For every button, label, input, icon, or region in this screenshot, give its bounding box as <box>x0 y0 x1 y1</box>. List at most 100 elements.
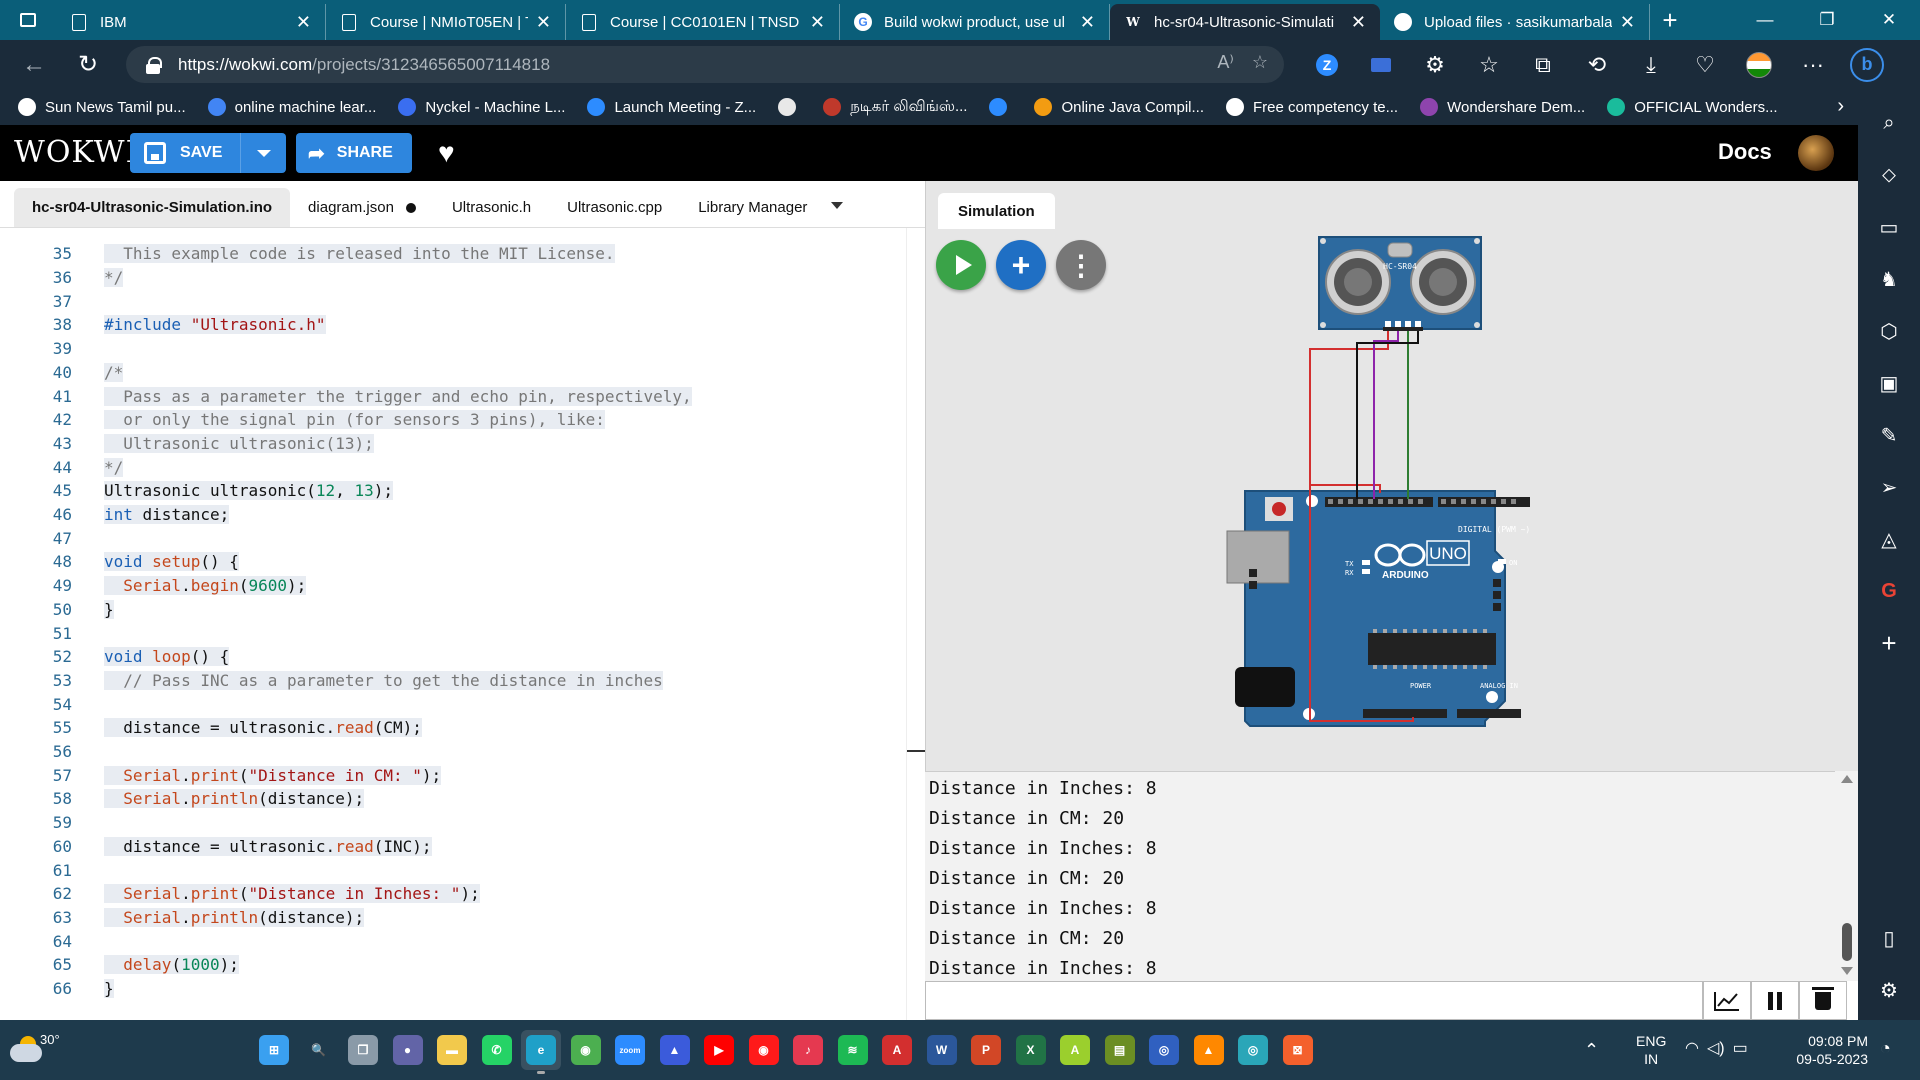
weather-widget[interactable]: 30° <box>10 1030 70 1070</box>
code-line[interactable]: 65 delay(1000); <box>0 953 906 977</box>
bookmark-item[interactable]: Nyckel - Machine L... <box>398 98 565 116</box>
sidebar-settings-icon[interactable]: ⚙ <box>1858 970 1920 1010</box>
outlook-icon[interactable]: ▣ <box>1858 363 1920 403</box>
code-line[interactable]: 60 distance = ultrasonic.read(INC); <box>0 835 906 859</box>
plotter-button[interactable] <box>1703 981 1751 1020</box>
wire-trig[interactable] <box>1373 331 1399 499</box>
code-line[interactable]: 54 <box>0 692 906 716</box>
bookmarks-overflow-icon[interactable]: › <box>1837 95 1844 118</box>
bookmark-item[interactable] <box>778 98 805 116</box>
tab-main-ino[interactable]: hc-sr04-Ultrasonic-Simulation.ino <box>14 188 291 227</box>
code-line[interactable]: 41 Pass as a parameter the trigger and e… <box>0 384 906 408</box>
restore-icon[interactable]: ❐ <box>1796 0 1858 40</box>
code-line[interactable]: 38 #include "Ultrasonic.h" <box>0 313 906 337</box>
close-tab-icon[interactable]: ✕ <box>1620 12 1635 33</box>
save-dropdown-icon[interactable] <box>257 149 272 157</box>
task-view-app[interactable]: ❐ <box>343 1030 383 1070</box>
code-line[interactable]: 48 void setup() { <box>0 550 906 574</box>
code-line[interactable]: 47 <box>0 526 906 550</box>
teams-chat-app[interactable]: ● <box>388 1030 428 1070</box>
windows-start-app[interactable]: ⊞ <box>254 1030 294 1070</box>
vlc-app[interactable]: ▲ <box>1189 1030 1229 1070</box>
drop-icon[interactable]: ✎ <box>1858 415 1920 455</box>
bookmark-item[interactable] <box>989 98 1016 116</box>
powerpoint-app[interactable]: P <box>966 1030 1006 1070</box>
language-indicator[interactable]: ENG IN <box>1636 1032 1666 1068</box>
code-line[interactable]: 59 <box>0 811 906 835</box>
profile-flag-icon[interactable] <box>1732 43 1786 87</box>
send-icon[interactable]: ➢ <box>1858 467 1920 507</box>
code-line[interactable]: 49 Serial.begin(9600); <box>0 574 906 598</box>
add-favorite-icon[interactable]: ☆ <box>1252 52 1268 73</box>
code-line[interactable]: 56 <box>0 740 906 764</box>
collections-icon[interactable]: ⧉ <box>1516 43 1570 87</box>
code-line[interactable]: 53 // Pass INC as a parameter to get the… <box>0 669 906 693</box>
notification-icon[interactable]: ◔ <box>1880 1038 1891 1059</box>
back-icon[interactable]: ← <box>12 43 56 87</box>
tab-actions-button[interactable] <box>0 0 56 40</box>
games-icon[interactable]: ♞ <box>1858 259 1920 299</box>
wokwi-logo[interactable]: WOKWI <box>14 135 138 170</box>
docs-link[interactable]: Docs <box>1718 139 1772 165</box>
share-button[interactable]: ➦ SHARE <box>296 133 412 173</box>
browser-tab[interactable]: Course | NMIoT05EN | TNSD ✕ <box>326 4 566 40</box>
history-icon[interactable]: ⟲ <box>1570 43 1624 87</box>
browser-tab[interactable]: IBM ✕ <box>56 4 326 40</box>
whatsapp-app[interactable]: ✆ <box>477 1030 517 1070</box>
youtube-music-app[interactable]: ◉ <box>744 1030 784 1070</box>
tabs-dropdown-icon[interactable] <box>831 202 844 209</box>
reset-button[interactable] <box>1272 502 1286 516</box>
youtube-app[interactable]: ▶ <box>699 1030 739 1070</box>
tab-ultrasonic-cpp[interactable]: Ultrasonic.cpp <box>549 188 680 227</box>
code-line[interactable]: 35 This example code is released into th… <box>0 242 906 266</box>
bookmark-item[interactable]: Wondershare Dem... <box>1420 98 1585 116</box>
tag-icon[interactable]: ⬦ <box>1858 155 1920 195</box>
volume-icon[interactable]: ◁) <box>1707 1038 1725 1058</box>
new-tab-button[interactable]: + <box>1650 5 1690 36</box>
google-icon[interactable]: G <box>1858 571 1920 611</box>
code-line[interactable]: 63 Serial.println(distance); <box>0 906 906 930</box>
heart-icon[interactable]: ♥ <box>438 137 455 169</box>
code-line[interactable]: 58 Serial.println(distance); <box>0 787 906 811</box>
chrome-app[interactable]: ◉ <box>566 1030 606 1070</box>
browser-tab[interactable]: Upload files · sasikumarbala ✕ <box>1380 4 1650 40</box>
font-app-app[interactable]: A <box>1055 1030 1095 1070</box>
search-icon[interactable]: ⌕ <box>1858 103 1920 143</box>
arduino-uno-board[interactable]: DIGITAL (PWM ~) UNO ARDUINO TX RX ON POW… <box>1226 490 1530 727</box>
bookmark-item[interactable]: Online Java Compil... <box>1034 98 1204 116</box>
pause-button[interactable] <box>1751 981 1799 1020</box>
code-line[interactable]: 57 Serial.print("Distance in CM: "); <box>0 763 906 787</box>
extensions-puzzle-icon[interactable]: ⚙ <box>1408 43 1462 87</box>
code-line[interactable]: 62 Serial.print("Distance in Inches: "); <box>0 882 906 906</box>
bell-icon[interactable]: ◬ <box>1858 519 1920 559</box>
file-explorer-app[interactable]: ▬ <box>432 1030 472 1070</box>
code-line[interactable]: 51 <box>0 621 906 645</box>
extension-icon[interactable] <box>1354 43 1408 87</box>
close-window-icon[interactable]: ✕ <box>1858 0 1920 40</box>
serial-input-field[interactable] <box>925 981 1703 1020</box>
code-line[interactable]: 36 */ <box>0 266 906 290</box>
bookmark-item[interactable]: OFFICIAL Wonders... <box>1607 98 1778 116</box>
avatar[interactable] <box>1798 135 1834 171</box>
code-line[interactable]: 50} <box>0 598 906 622</box>
bookmark-item[interactable]: Launch Meeting - Z... <box>587 98 756 116</box>
app-circle-app[interactable]: ◎ <box>1144 1030 1184 1070</box>
app-cyan-app[interactable]: ◎ <box>1233 1030 1273 1070</box>
media-player-app[interactable]: ♪ <box>788 1030 828 1070</box>
bookmark-item[interactable]: online machine lear... <box>207 98 376 116</box>
code-line[interactable]: 44 */ <box>0 455 906 479</box>
code-line[interactable]: 39 <box>0 337 906 361</box>
acrobat-app[interactable]: A <box>877 1030 917 1070</box>
close-tab-icon[interactable]: ✕ <box>296 12 311 33</box>
read-aloud-icon[interactable]: A⁾ <box>1217 52 1233 73</box>
tab-diagram-json[interactable]: diagram.json <box>290 188 434 227</box>
edge-app[interactable]: e <box>521 1030 561 1074</box>
bookmark-item[interactable]: Free competency te... <box>1226 98 1398 116</box>
favorites-icon[interactable]: ☆ <box>1462 43 1516 87</box>
address-bar[interactable]: https://wokwi.com/projects/3123465650071… <box>126 46 1284 83</box>
clear-button[interactable] <box>1799 981 1847 1020</box>
clock[interactable]: 09:08 PM 09-05-2023 <box>1782 1032 1868 1068</box>
wire-vcc[interactable] <box>1309 331 1389 493</box>
code-editor[interactable]: 35 This example code is released into th… <box>0 228 906 1020</box>
app-orange-app[interactable]: ⊠ <box>1278 1030 1318 1070</box>
